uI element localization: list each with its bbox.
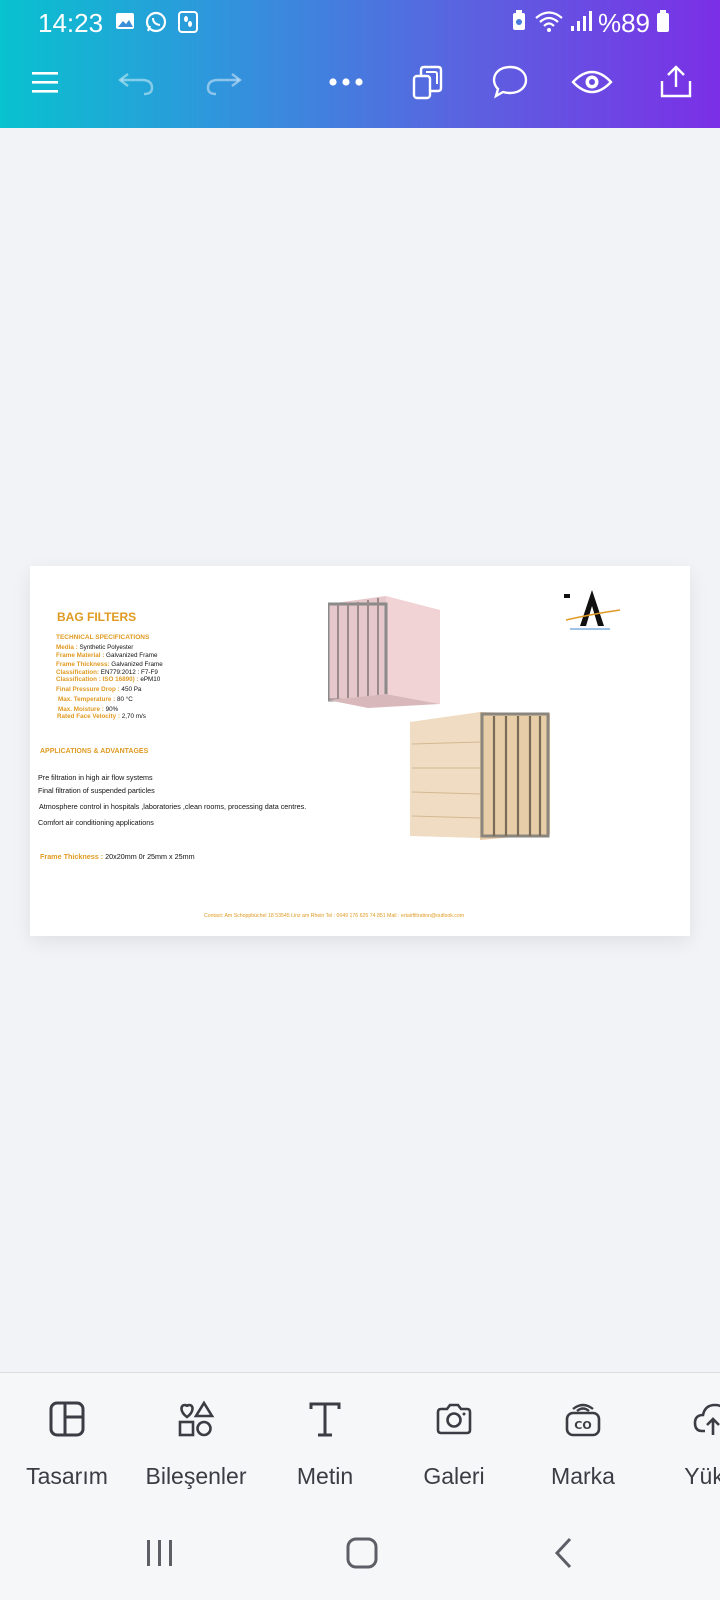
tool-label: Tasarım bbox=[26, 1463, 108, 1489]
design-page[interactable]: BAG FILTERS TECHNICAL SPECIFICATIONS Med… bbox=[30, 566, 690, 936]
tool-design[interactable]: Tasarım bbox=[2, 1397, 132, 1490]
tool-label: Bileşenler bbox=[145, 1463, 247, 1489]
system-icons: %89 bbox=[510, 8, 670, 39]
home-button[interactable] bbox=[332, 1530, 392, 1580]
recents-button[interactable] bbox=[130, 1530, 190, 1580]
menu-button[interactable] bbox=[17, 56, 73, 112]
share-icon bbox=[658, 64, 694, 105]
tool-text[interactable]: Metin bbox=[260, 1397, 390, 1490]
more-icon bbox=[326, 75, 366, 93]
wifi-icon bbox=[534, 9, 564, 38]
comment-button[interactable] bbox=[482, 56, 538, 112]
tool-elements[interactable]: Bileşenler bbox=[131, 1397, 261, 1490]
back-button[interactable] bbox=[534, 1530, 594, 1580]
application-item: Pre filtration in high air flow systems bbox=[38, 773, 153, 782]
redo-icon bbox=[204, 66, 244, 103]
back-icon bbox=[552, 1536, 576, 1575]
top-app-bar: 14:23 %89 bbox=[0, 0, 720, 128]
svg-text:CO: CO bbox=[574, 1419, 591, 1432]
bottom-tool-panel: Tasarım Bileşenler Metin Galeri CO Marka… bbox=[0, 1372, 720, 1600]
spec-line: Max. Temperature : 80 °C bbox=[58, 696, 133, 703]
camera-icon bbox=[434, 1399, 474, 1444]
tool-label: Metin bbox=[296, 1463, 354, 1489]
design-icon bbox=[47, 1399, 87, 1444]
pink-bag-filter-image bbox=[326, 596, 448, 713]
preview-icon bbox=[571, 68, 613, 101]
upload-icon bbox=[693, 1399, 720, 1444]
spec-line: Frame Material : Galvanized Frame bbox=[56, 652, 158, 659]
spec-line: Rated Face Velocity : 2,70 m/s bbox=[57, 713, 146, 720]
undo-button[interactable] bbox=[108, 56, 164, 112]
frame-thickness-line: Frame Thickness : 20x20mm 0r 25mm x 25mm bbox=[40, 852, 195, 861]
redo-button[interactable] bbox=[196, 56, 252, 112]
tool-brand[interactable]: CO Marka bbox=[518, 1397, 648, 1490]
application-item: Comfort air conditioning applications bbox=[38, 818, 154, 827]
application-item: Atmosphere control in hospitals ,laborat… bbox=[39, 802, 307, 811]
share-button[interactable] bbox=[648, 56, 704, 112]
gallery-icon bbox=[114, 10, 136, 39]
brand-icon: CO bbox=[563, 1399, 603, 1444]
tool-label: Marka bbox=[551, 1463, 615, 1489]
pages-icon bbox=[411, 64, 445, 105]
tool-upload[interactable]: Yükle bbox=[648, 1397, 720, 1490]
recents-icon bbox=[144, 1537, 176, 1574]
preview-button[interactable] bbox=[564, 56, 620, 112]
doc-title: BAG FILTERS bbox=[57, 610, 137, 624]
contact-line: Contact: Am Schoppbüchel 18 53545 Linz a… bbox=[204, 913, 465, 919]
system-nav-bar bbox=[0, 1510, 720, 1600]
battery-percent: %89 bbox=[597, 8, 650, 38]
beige-bag-filter-image bbox=[410, 712, 552, 849]
status-bar: 14:23 %89 bbox=[0, 0, 720, 46]
signal-icon bbox=[570, 9, 592, 38]
spec-line: Media : Synthetic Polyester bbox=[56, 644, 134, 651]
spec-line: Frame Thickness: Galvanized Frame bbox=[56, 661, 163, 668]
status-time: 14:23 bbox=[38, 8, 104, 38]
battery-saver-icon bbox=[510, 9, 528, 38]
spec-line: Classification : ISO 16890) : ePM10 bbox=[56, 676, 161, 683]
pages-button[interactable] bbox=[400, 56, 456, 112]
tool-label: Galeri bbox=[423, 1463, 485, 1489]
application-item: Final filtration of suspended particles bbox=[38, 786, 155, 795]
menu-icon bbox=[30, 68, 60, 101]
elements-icon bbox=[176, 1399, 216, 1444]
doc-section-title: TECHNICAL SPECIFICATIONS bbox=[56, 634, 150, 641]
comment-icon bbox=[491, 64, 529, 105]
more-button[interactable] bbox=[318, 56, 374, 112]
notification-icons bbox=[114, 10, 200, 39]
company-logo bbox=[560, 586, 622, 639]
undo-icon bbox=[116, 66, 156, 103]
applications-title: APPLICATIONS & ADVANTAGES bbox=[40, 748, 149, 755]
editor-toolbar bbox=[0, 56, 720, 120]
tool-label: Yükle bbox=[684, 1463, 720, 1489]
tool-gallery[interactable]: Galeri bbox=[389, 1397, 519, 1490]
text-icon bbox=[305, 1399, 345, 1444]
battery-icon bbox=[656, 9, 670, 38]
home-icon bbox=[345, 1536, 379, 1575]
spec-line: Final Pressure Drop : 450 Pa bbox=[56, 686, 142, 693]
whatsapp-icon bbox=[144, 10, 168, 39]
steps-icon bbox=[176, 10, 200, 39]
